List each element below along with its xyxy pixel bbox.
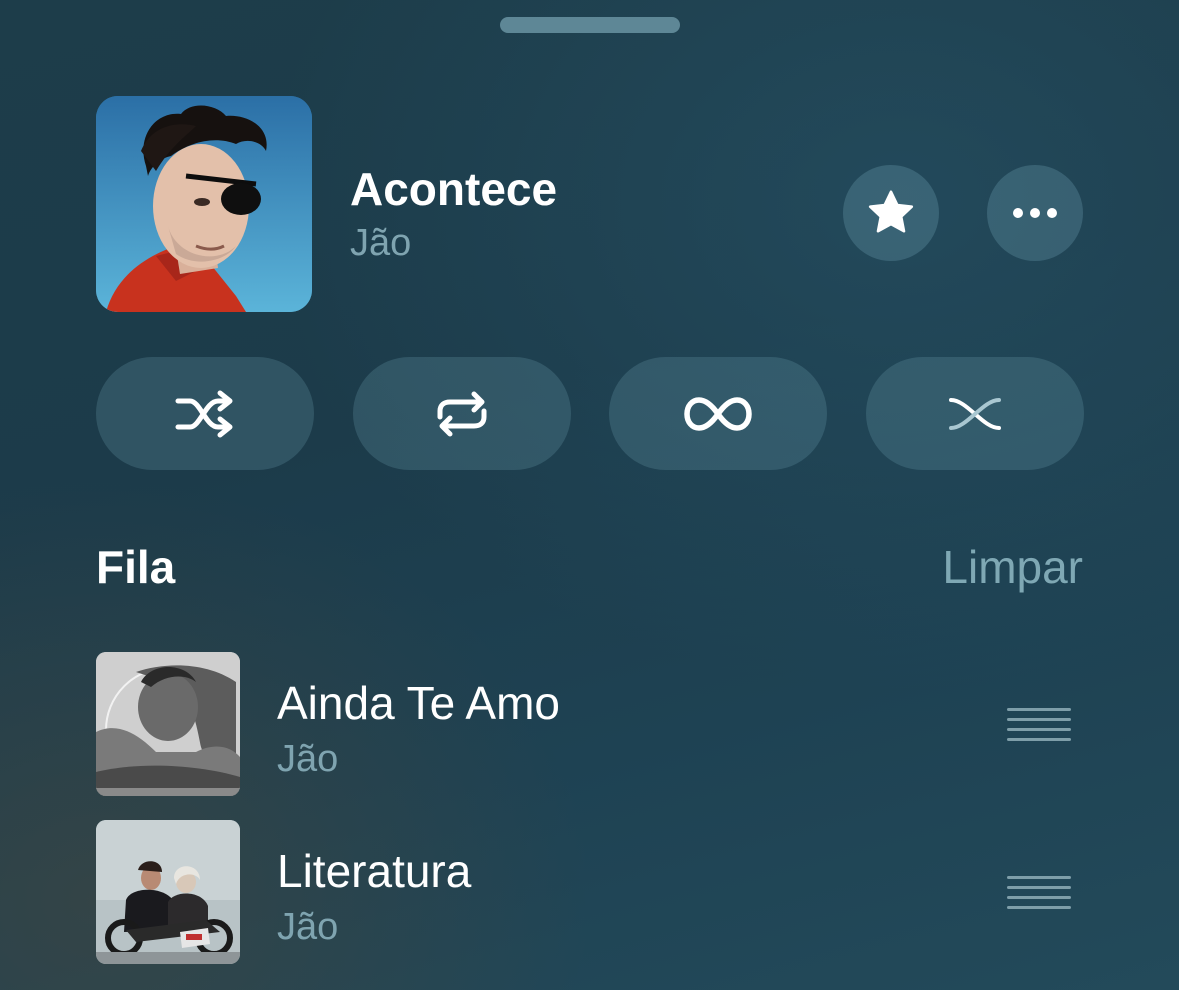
drag-handle-icon bbox=[1007, 876, 1071, 909]
infinity-button[interactable] bbox=[609, 357, 827, 470]
queue-item-artist: Jão bbox=[277, 738, 339, 780]
now-playing-header: Acontece Jão bbox=[96, 96, 1083, 312]
queue-header: Fila Limpar bbox=[96, 536, 1083, 596]
now-playing-artwork bbox=[96, 96, 312, 312]
queue-item[interactable]: Literatura Jão bbox=[96, 820, 1083, 964]
favorite-button[interactable] bbox=[843, 165, 939, 261]
star-icon bbox=[868, 190, 914, 233]
queue-item[interactable]: Ainda Te Amo Jão bbox=[96, 652, 1083, 796]
playback-mode-controls bbox=[96, 357, 1084, 470]
shuffle-button[interactable] bbox=[96, 357, 314, 470]
repeat-icon bbox=[437, 391, 487, 436]
more-options-button[interactable] bbox=[987, 165, 1083, 261]
clear-queue-button[interactable]: Limpar bbox=[942, 540, 1083, 594]
queue-item-title: Ainda Te Amo bbox=[277, 677, 561, 729]
queue-item-title: Literatura bbox=[277, 845, 472, 897]
ellipsis-icon bbox=[1013, 208, 1057, 218]
queue-item-artwork bbox=[96, 652, 240, 796]
crossfade-icon bbox=[949, 397, 1001, 430]
shuffle-icon bbox=[175, 390, 233, 437]
drag-handle-icon bbox=[1007, 708, 1071, 741]
queue-item-artwork bbox=[96, 820, 240, 964]
queue-title: Fila bbox=[96, 541, 176, 593]
repeat-button[interactable] bbox=[353, 357, 571, 470]
sheet-grabber[interactable] bbox=[500, 17, 680, 33]
reorder-handle[interactable] bbox=[1004, 702, 1074, 746]
infinity-icon bbox=[684, 396, 752, 431]
now-playing-artist[interactable]: Jão bbox=[350, 222, 411, 265]
now-playing-title: Acontece bbox=[350, 163, 558, 215]
crossfade-button[interactable] bbox=[866, 357, 1084, 470]
queue-item-artist: Jão bbox=[277, 906, 339, 948]
reorder-handle[interactable] bbox=[1004, 870, 1074, 914]
